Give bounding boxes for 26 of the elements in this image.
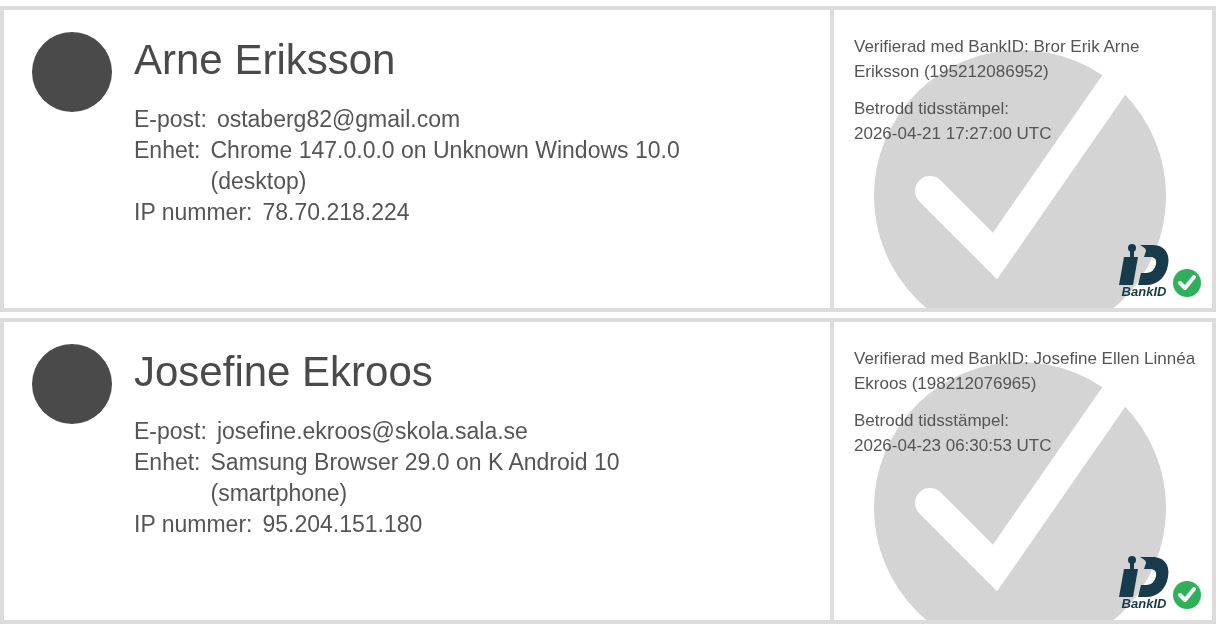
- check-icon: [1172, 268, 1202, 298]
- field-value: 78.70.218.224: [262, 198, 410, 227]
- verification-text: Verifierad med BankID: Josefine Ellen Linnéa Ekroos (198212076965): [854, 348, 1197, 395]
- signer-name: Josefine Ekroos: [134, 347, 433, 397]
- field-label: E-post:: [134, 105, 207, 134]
- logo-text: BankID: [1121, 285, 1167, 298]
- field-label: Enhet:: [134, 136, 201, 165]
- field-value: josefine.ekroos@skola.sala.se: [216, 417, 528, 446]
- timestamp: 2026-04-23 06:30:53 UTC: [854, 435, 1052, 457]
- logo-text: BankID: [1121, 597, 1167, 610]
- timestamp: 2026-04-21 17:27:00 UTC: [854, 123, 1052, 145]
- signer-name: Arne Eriksson: [134, 35, 396, 85]
- field-value: Chrome 147.0.0.0 on Unknown Windows 10.0 (desktop): [210, 136, 681, 196]
- field-label: Enhet:: [134, 448, 201, 477]
- field-label: IP nummer:: [134, 510, 253, 539]
- verification-text: Verifierad med BankID: Bror Erik Arne Eriksson (195212086952): [854, 36, 1141, 83]
- id-logo-icon: [1118, 555, 1170, 597]
- field-label: IP nummer:: [134, 198, 253, 227]
- field-value: Samsung Browser 29.0 on K Android 10 (smartphone): [210, 448, 621, 508]
- id-logo-icon: [1118, 243, 1170, 285]
- check-icon: [1172, 580, 1202, 610]
- field-label: E-post:: [134, 417, 207, 446]
- timestamp-label: Betrodd tidsstämpel:: [854, 98, 1009, 120]
- timestamp-label: Betrodd tidsstämpel:: [854, 410, 1009, 432]
- field-value: ostaberg82@gmail.com: [216, 105, 461, 134]
- field-value: 95.204.151.180: [262, 510, 423, 539]
